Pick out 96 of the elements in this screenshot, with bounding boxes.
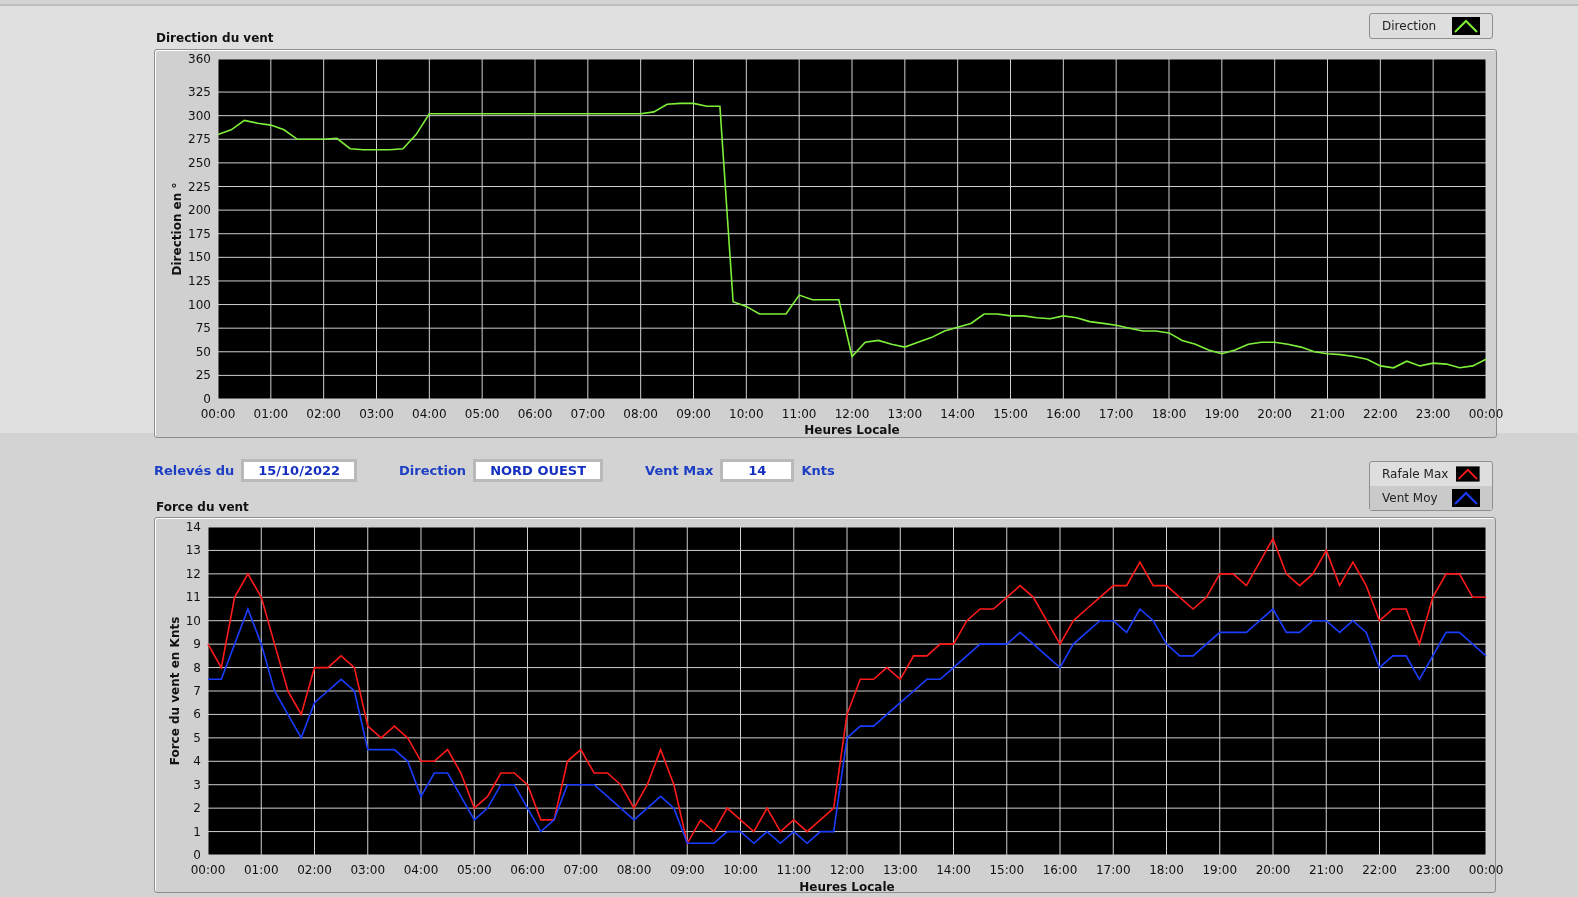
tick-label: 11:00	[781, 407, 817, 421]
tick-label: 175	[188, 226, 211, 241]
tick-label: 4	[193, 754, 201, 769]
tick-label: 11	[185, 590, 201, 605]
tick-label: 19:00	[1202, 863, 1238, 877]
tick-label: 03:00	[359, 407, 394, 421]
tick-label: 10:00	[729, 407, 764, 421]
tick-label: 07:00	[563, 863, 599, 877]
tick-label: 20:00	[1257, 407, 1292, 421]
legend-label: Rafale Max	[1382, 467, 1449, 481]
tick-label: 21:00	[1308, 863, 1344, 877]
tick-label: 13:00	[887, 407, 923, 421]
tick-label: 10:00	[723, 863, 758, 877]
tick-label: 9	[193, 637, 201, 652]
tick-label: 250	[188, 155, 211, 170]
tick-label: 04:00	[403, 863, 439, 877]
tick-label: 12:00	[829, 863, 865, 877]
value-field[interactable]: 15/10/2022	[241, 459, 358, 482]
tick-label: 01:00	[253, 407, 289, 421]
tick-label: 150	[188, 250, 211, 265]
tick-label: 18:00	[1151, 407, 1187, 421]
tick-label: 16:00	[1042, 863, 1078, 877]
tick-label: 14:00	[940, 407, 975, 421]
tick-label: 03:00	[350, 863, 386, 877]
tick-label: 12:00	[834, 407, 870, 421]
axis-title: Direction en °	[170, 182, 184, 276]
field-label: Relevés du	[154, 463, 235, 478]
tick-label: 11:00	[776, 863, 812, 877]
tick-label: 14:00	[936, 863, 971, 877]
tick-label: 0	[203, 392, 211, 406]
tick-label: 06:00	[510, 863, 545, 877]
tick-label: 07:00	[570, 407, 606, 421]
tick-label: 00:00	[200, 407, 236, 421]
tick-label: 75	[195, 321, 211, 336]
tick-label: 18:00	[1149, 863, 1184, 877]
value-field[interactable]: 14	[720, 459, 795, 482]
tick-label: 15:00	[989, 863, 1025, 877]
tick-label: 8	[193, 660, 201, 675]
tick-label: 0	[193, 848, 201, 862]
tick-label: 12	[185, 566, 201, 581]
tick-label: 08:00	[623, 407, 658, 421]
tick-label: 14	[185, 520, 201, 534]
tick-label: 09:00	[676, 407, 711, 421]
tick-label: 1	[193, 824, 201, 839]
tick-label: 00:00	[1468, 407, 1504, 421]
axis-title: Heures Locale	[799, 880, 895, 894]
tick-label: 325	[188, 85, 211, 100]
tick-label: 200	[188, 203, 211, 218]
tick-label: 5	[193, 730, 201, 745]
tick-label: 00:00	[1468, 863, 1504, 877]
tick-label: 17:00	[1095, 863, 1131, 877]
tick-label: 06:00	[517, 407, 553, 421]
tick-label: 20:00	[1255, 863, 1291, 877]
value-field[interactable]: NORD OUEST	[473, 459, 604, 482]
tick-label: 100	[188, 297, 211, 312]
tick-label: 19:00	[1204, 407, 1240, 421]
axis-title: Heures Locale	[804, 423, 900, 437]
tick-label: 02:00	[306, 407, 341, 421]
tick-label: 02:00	[297, 863, 332, 877]
tick-label: 23:00	[1415, 407, 1451, 421]
tick-label: 04:00	[412, 407, 447, 421]
unit-label: Knts	[801, 463, 835, 478]
tick-label: 09:00	[669, 863, 705, 877]
tick-label: 13	[185, 543, 201, 558]
tick-label: 3	[193, 777, 201, 792]
tick-label: 16:00	[1046, 407, 1081, 421]
tick-label: 15:00	[993, 407, 1028, 421]
axis-title: Force du vent en Knts	[168, 616, 182, 766]
tick-label: 22:00	[1363, 407, 1398, 421]
legend-label: Direction	[1382, 19, 1437, 33]
tick-label: 2	[193, 801, 201, 816]
tick-label: 300	[188, 108, 211, 123]
chart-title: Force du vent	[155, 500, 250, 515]
tick-label: 23:00	[1415, 863, 1451, 877]
field-label: Direction	[399, 463, 467, 478]
tick-label: 21:00	[1310, 407, 1345, 421]
legend-label: Vent Moy	[1382, 491, 1438, 505]
tick-label: 25	[195, 368, 211, 383]
tick-label: 08:00	[616, 863, 652, 877]
tick-label: 225	[188, 179, 211, 194]
tick-label: 01:00	[243, 863, 279, 877]
tick-label: 6	[193, 707, 201, 722]
field-label: Vent Max	[645, 463, 714, 478]
tick-label: 05:00	[464, 407, 500, 421]
chart-title: Direction du vent	[155, 31, 274, 46]
tick-label: 22:00	[1362, 863, 1397, 877]
tick-label: 10	[185, 613, 201, 628]
tick-label: 13:00	[882, 863, 918, 877]
tick-label: 275	[188, 132, 211, 147]
tick-label: 360	[188, 52, 211, 66]
tick-label: 05:00	[456, 863, 492, 877]
tick-label: 125	[188, 273, 211, 288]
tick-label: 50	[195, 344, 211, 359]
tick-label: 7	[193, 684, 201, 698]
tick-label: 00:00	[190, 863, 226, 877]
tick-label: 17:00	[1098, 407, 1134, 421]
